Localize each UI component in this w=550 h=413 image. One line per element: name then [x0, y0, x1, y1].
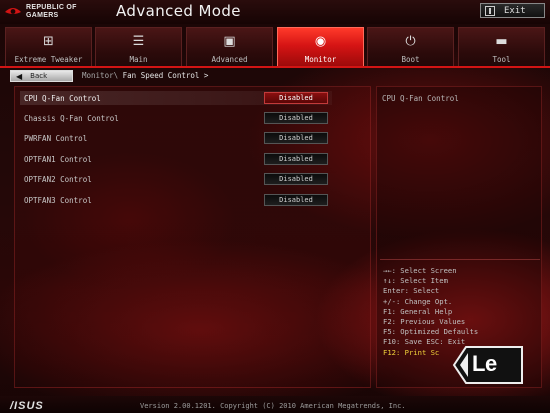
setting-value[interactable]: Disabled: [264, 194, 328, 206]
setting-label: CPU Q-Fan Control: [24, 93, 101, 103]
tab-monitor[interactable]: ◉ Monitor: [277, 27, 364, 67]
monitor-icon: ◉: [314, 34, 327, 49]
tab-tool[interactable]: ▬ Tool: [458, 27, 545, 67]
key-hint: Enter: Select: [383, 286, 440, 296]
setting-label: PWRFAN Control: [24, 133, 88, 143]
tab-advanced[interactable]: ▣ Advanced: [186, 27, 273, 67]
tab-label: Tool: [492, 55, 511, 64]
breadcrumb-parent[interactable]: Monitor\: [82, 71, 118, 80]
back-button[interactable]: ◀ Back: [10, 70, 73, 82]
asus-logo: /ISUS: [10, 400, 44, 412]
watermark-text: Le: [472, 351, 497, 376]
divider: [380, 259, 540, 260]
setting-row-optfan1[interactable]: OPTFAN1 Control Disabled: [20, 152, 332, 166]
tab-label: Main: [129, 55, 148, 64]
setting-label: OPTFAN3 Control: [24, 195, 92, 205]
tool-icon: ▬: [495, 34, 508, 49]
key-hint: F5: Optimized Defaults: [383, 327, 479, 337]
setting-label: Chassis Q-Fan Control: [24, 113, 119, 123]
brand-line1: REPUBLIC OF: [26, 4, 77, 11]
back-label: Back: [30, 72, 48, 80]
setting-row-optfan2[interactable]: OPTFAN2 Control Disabled: [20, 172, 332, 186]
setting-row-cpu-qfan[interactable]: CPU Q-Fan Control Disabled: [20, 91, 332, 105]
exit-label: Exit: [504, 5, 526, 16]
breadcrumb-current: Fan Speed Control >: [122, 71, 209, 80]
mode-title: Advanced Mode: [116, 2, 241, 20]
setting-value[interactable]: Disabled: [264, 153, 328, 165]
setting-row-pwrfan[interactable]: PWRFAN Control Disabled: [20, 131, 332, 145]
key-hint: ↑↓: Select Item: [383, 276, 448, 286]
list-icon: ☰: [132, 34, 145, 49]
key-hint: F1: General Help: [383, 306, 453, 316]
tab-bar: ⊞ Extreme Tweaker ☰ Main ▣ Advanced ◉ Mo…: [0, 27, 550, 67]
rog-logo: REPUBLIC OF GAMERS: [4, 2, 108, 22]
watermark-logo: Le: [452, 343, 526, 387]
tab-label: Extreme Tweaker: [14, 55, 83, 64]
setting-value[interactable]: Disabled: [264, 92, 328, 104]
setting-row-chassis-qfan[interactable]: Chassis Q-Fan Control Disabled: [20, 111, 332, 125]
brand-line2: GAMERS: [26, 12, 59, 19]
power-icon: ⏻: [405, 34, 416, 49]
setting-label: OPTFAN1 Control: [24, 154, 92, 164]
setting-value[interactable]: Disabled: [264, 173, 328, 185]
advanced-icon: ▣: [223, 34, 236, 49]
version-text: Version 2.00.1201. Copyright (C) 2010 Am…: [140, 402, 406, 410]
tab-label: Advanced: [211, 55, 248, 64]
key-hint: +/-: Change Opt.: [383, 296, 453, 306]
key-hint: F2: Previous Values: [383, 317, 466, 327]
exit-button[interactable]: Exit: [480, 3, 545, 18]
tab-underline: [0, 66, 550, 68]
setting-value[interactable]: Disabled: [264, 112, 328, 124]
tab-main[interactable]: ☰ Main: [95, 27, 182, 67]
breadcrumb: Monitor\ Fan Speed Control >: [82, 71, 208, 80]
setting-label: OPTFAN2 Control: [24, 174, 92, 184]
tab-label: Boot: [401, 55, 420, 64]
help-description: CPU Q-Fan Control: [382, 94, 459, 103]
chip-icon: ⊞: [43, 34, 54, 49]
rog-eye-icon: [5, 8, 21, 14]
tab-label: Monitor: [304, 55, 337, 64]
setting-row-optfan3[interactable]: OPTFAN3 Control Disabled: [20, 193, 332, 207]
exit-icon: [485, 5, 495, 16]
tab-extreme-tweaker[interactable]: ⊞ Extreme Tweaker: [5, 27, 92, 67]
setting-value[interactable]: Disabled: [264, 132, 328, 144]
key-hint: →←: Select Screen: [383, 266, 457, 275]
back-arrow-icon: ◀: [16, 71, 23, 81]
tab-boot[interactable]: ⏻ Boot: [367, 27, 454, 67]
